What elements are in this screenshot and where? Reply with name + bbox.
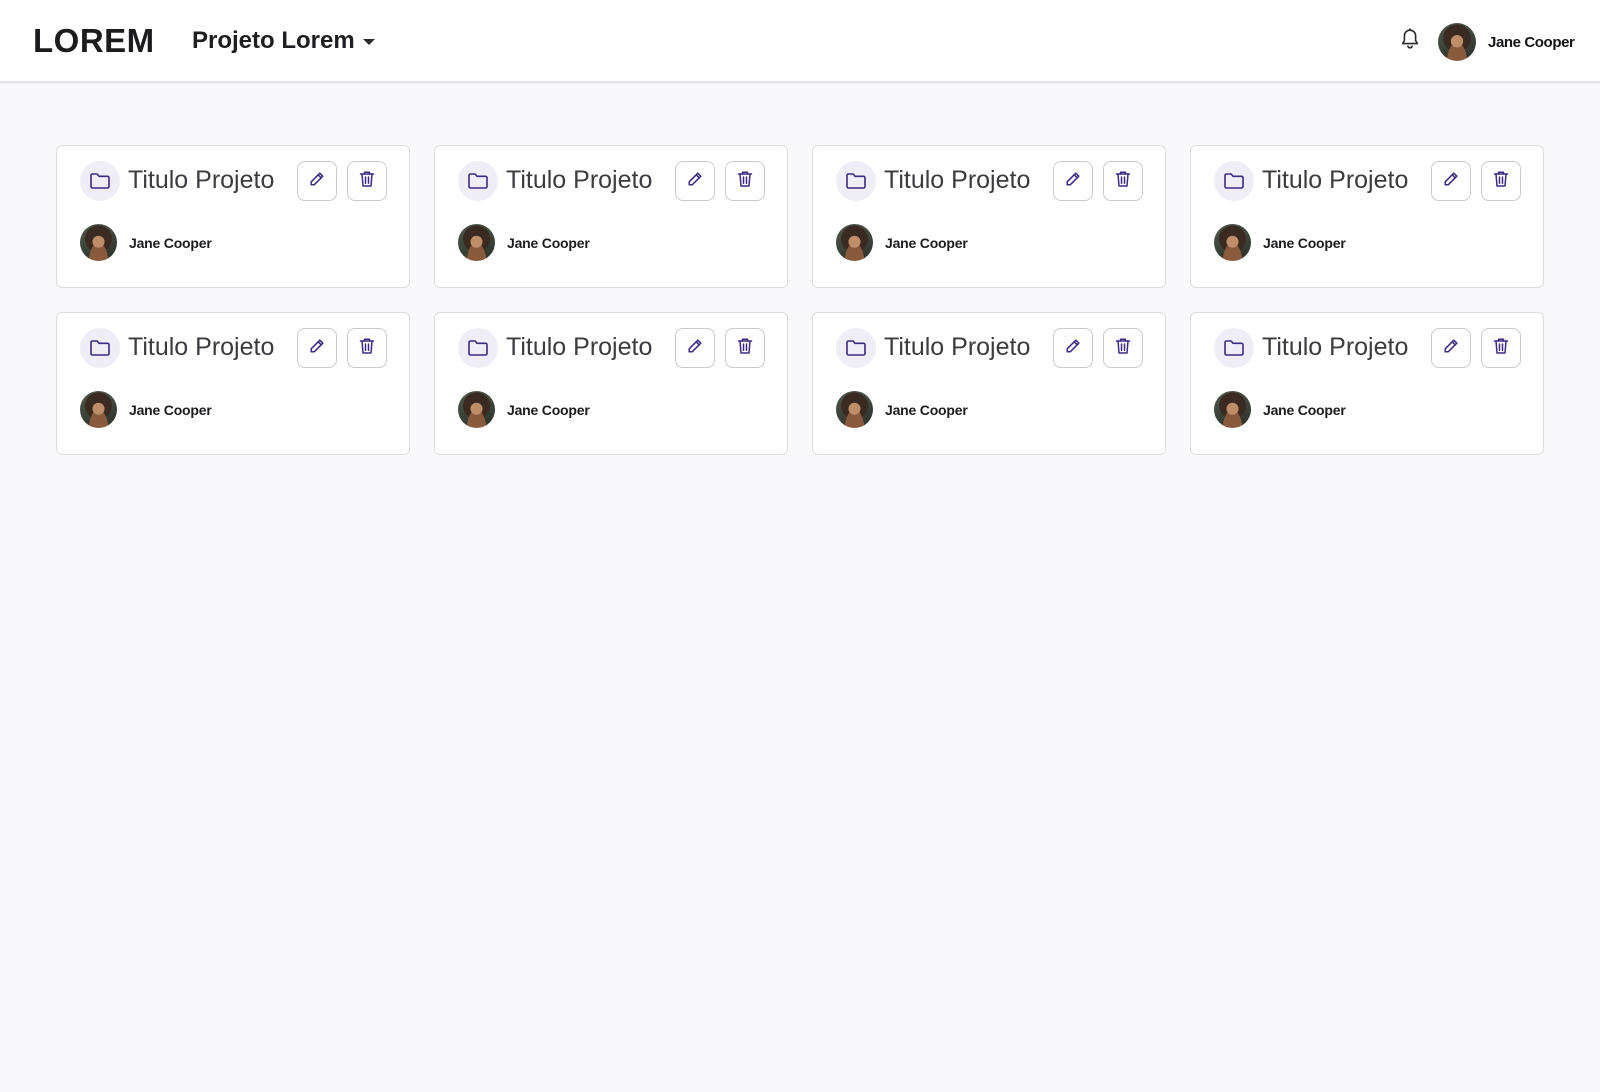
user-menu[interactable]: Jane Cooper <box>1438 23 1575 61</box>
project-owner: Jane Cooper <box>80 391 212 428</box>
project-card[interactable]: Titulo Projeto Jane Cooper <box>434 312 788 455</box>
project-title[interactable]: Titulo Projeto <box>884 333 1030 362</box>
project-owner: Jane Cooper <box>836 224 968 261</box>
notifications-button[interactable] <box>1398 27 1422 55</box>
folder-icon <box>836 161 876 201</box>
pencil-icon <box>687 171 703 192</box>
project-owner: Jane Cooper <box>1214 224 1346 261</box>
delete-button[interactable] <box>725 161 765 201</box>
trash-icon <box>1115 170 1131 193</box>
edit-button[interactable] <box>297 161 337 201</box>
owner-avatar <box>80 224 117 261</box>
delete-button[interactable] <box>725 328 765 368</box>
project-card[interactable]: Titulo Projeto Jane Cooper <box>1190 145 1544 288</box>
pencil-icon <box>309 338 325 359</box>
project-title[interactable]: Titulo Projeto <box>506 166 652 195</box>
trash-icon <box>737 337 753 360</box>
owner-avatar <box>1214 391 1251 428</box>
project-owner: Jane Cooper <box>80 224 212 261</box>
project-title[interactable]: Titulo Projeto <box>128 333 274 362</box>
owner-name: Jane Cooper <box>885 234 968 251</box>
owner-avatar <box>836 224 873 261</box>
edit-button[interactable] <box>675 161 715 201</box>
pencil-icon <box>1065 171 1081 192</box>
owner-avatar <box>458 224 495 261</box>
project-owner: Jane Cooper <box>458 224 590 261</box>
project-card[interactable]: Titulo Projeto Jane Cooper <box>434 145 788 288</box>
project-selector[interactable]: Projeto Lorem <box>192 26 375 56</box>
owner-name: Jane Cooper <box>1263 401 1346 418</box>
project-owner: Jane Cooper <box>1214 391 1346 428</box>
trash-icon <box>359 337 375 360</box>
user-avatar <box>1438 23 1476 61</box>
trash-icon <box>1493 337 1509 360</box>
owner-name: Jane Cooper <box>885 401 968 418</box>
project-title[interactable]: Titulo Projeto <box>1262 166 1408 195</box>
project-selector-label: Projeto Lorem <box>192 27 355 54</box>
owner-name: Jane Cooper <box>507 401 590 418</box>
delete-button[interactable] <box>1481 161 1521 201</box>
edit-button[interactable] <box>1431 161 1471 201</box>
edit-button[interactable] <box>1053 328 1093 368</box>
trash-icon <box>1115 337 1131 360</box>
project-card[interactable]: Titulo Projeto Jane Cooper <box>56 145 410 288</box>
bell-icon <box>1400 27 1420 55</box>
project-card[interactable]: Titulo Projeto Jane Cooper <box>1190 312 1544 455</box>
delete-button[interactable] <box>1103 161 1143 201</box>
folder-icon <box>836 328 876 368</box>
pencil-icon <box>1443 171 1459 192</box>
project-title[interactable]: Titulo Projeto <box>1262 333 1408 362</box>
pencil-icon <box>1443 338 1459 359</box>
trash-icon <box>359 170 375 193</box>
pencil-icon <box>1065 338 1081 359</box>
owner-avatar <box>80 391 117 428</box>
owner-name: Jane Cooper <box>129 401 212 418</box>
folder-icon <box>458 161 498 201</box>
folder-icon <box>458 328 498 368</box>
chevron-down-icon <box>362 39 375 45</box>
folder-icon <box>80 328 120 368</box>
delete-button[interactable] <box>347 161 387 201</box>
project-card[interactable]: Titulo Projeto Jane Cooper <box>56 312 410 455</box>
edit-button[interactable] <box>1053 161 1093 201</box>
top-bar: LOREM Projeto Lorem Jane Cooper <box>0 0 1600 83</box>
edit-button[interactable] <box>297 328 337 368</box>
trash-icon <box>737 170 753 193</box>
user-name: Jane Cooper <box>1488 33 1575 51</box>
owner-avatar <box>836 391 873 428</box>
edit-button[interactable] <box>1431 328 1471 368</box>
edit-button[interactable] <box>675 328 715 368</box>
owner-avatar <box>1214 224 1251 261</box>
delete-button[interactable] <box>347 328 387 368</box>
delete-button[interactable] <box>1103 328 1143 368</box>
project-owner: Jane Cooper <box>458 391 590 428</box>
owner-avatar <box>458 391 495 428</box>
project-owner: Jane Cooper <box>836 391 968 428</box>
project-card[interactable]: Titulo Projeto Jane Cooper <box>812 312 1166 455</box>
project-card[interactable]: Titulo Projeto Jane Cooper <box>812 145 1166 288</box>
project-title[interactable]: Titulo Projeto <box>128 166 274 195</box>
project-title[interactable]: Titulo Projeto <box>884 166 1030 195</box>
owner-name: Jane Cooper <box>129 234 212 251</box>
pencil-icon <box>309 171 325 192</box>
folder-icon <box>1214 328 1254 368</box>
pencil-icon <box>687 338 703 359</box>
folder-icon <box>1214 161 1254 201</box>
owner-name: Jane Cooper <box>507 234 590 251</box>
app-logo[interactable]: LOREM <box>33 22 155 60</box>
owner-name: Jane Cooper <box>1263 234 1346 251</box>
folder-icon <box>80 161 120 201</box>
trash-icon <box>1493 170 1509 193</box>
delete-button[interactable] <box>1481 328 1521 368</box>
project-title[interactable]: Titulo Projeto <box>506 333 652 362</box>
